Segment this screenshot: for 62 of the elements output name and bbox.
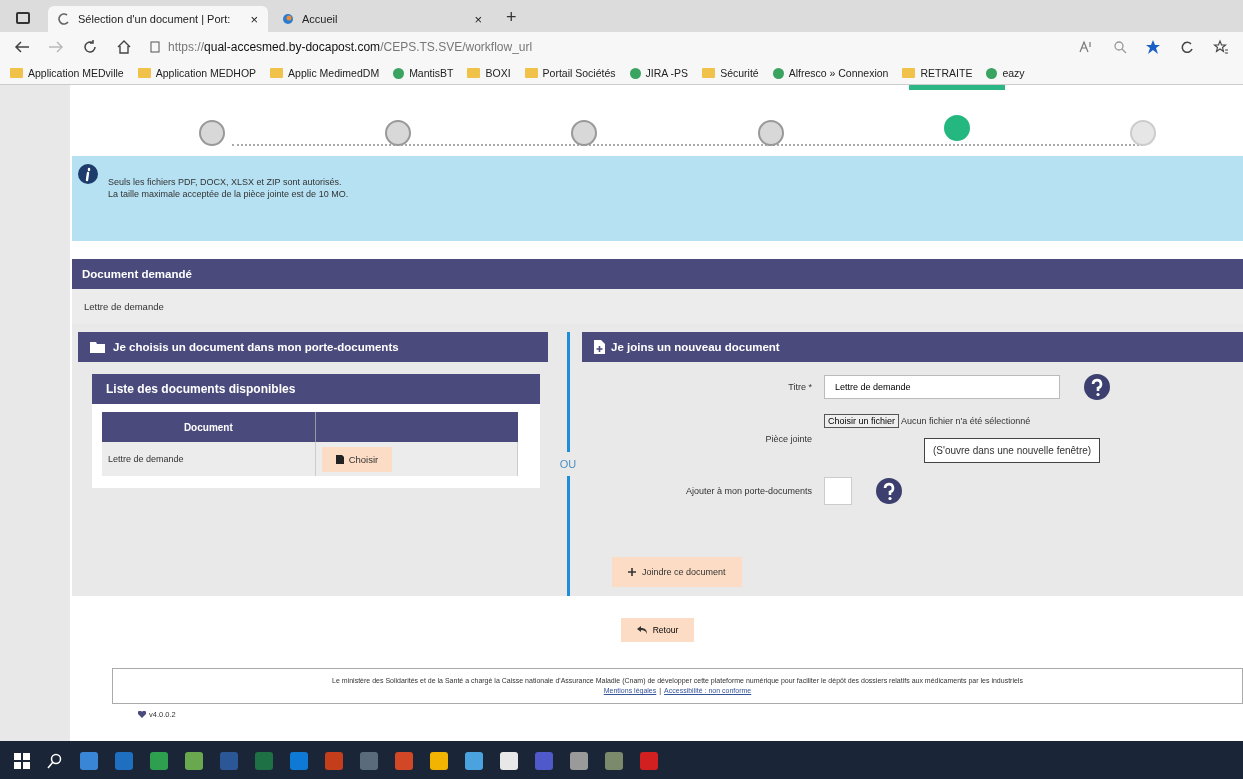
app-icon[interactable] [570,751,588,770]
bookmark[interactable]: Alfresco » Connexion [772,67,889,79]
column-header: Document [102,412,316,442]
back-button[interactable]: Retour [620,618,695,642]
windows-start-icon[interactable] [14,752,30,769]
bookmark[interactable]: Portail Sociétés [524,67,616,79]
section-title: Je choisis un document dans mon porte-documents [113,341,399,353]
help-icon[interactable] [1084,374,1110,400]
new-tab-button[interactable]: + [496,7,527,32]
panel-header: Liste des documents disponibles [92,374,540,404]
choose-button[interactable]: Choisir [321,446,393,472]
reply-arrow-icon [636,626,647,634]
bookmark[interactable]: RETRAITE [902,67,973,79]
bookmark[interactable]: JIRA -PS [629,67,689,79]
globe-icon [282,13,294,25]
app-icon[interactable] [185,751,203,770]
file-add-icon [594,340,605,354]
home-icon[interactable] [116,39,132,55]
back-arrow-icon[interactable] [14,40,30,54]
search-icon[interactable] [47,752,63,769]
info-icon [78,164,98,184]
info-text: Seuls les fichiers PDF, DOCX, XLSX et ZIP sont autorisés. [108,176,343,188]
requested-document: Lettre de demande [72,289,1243,324]
field-label: Ajouter à mon porte-documents [684,486,812,496]
app-icon[interactable] [500,751,518,770]
zoom-icon[interactable] [1113,40,1127,54]
reload-icon[interactable] [82,39,98,55]
bookmark[interactable]: Applic MedimedDM [270,67,380,79]
field-label: Pièce jointe [764,433,812,444]
help-icon[interactable] [876,478,902,504]
refresh-page-icon[interactable] [1179,39,1195,55]
bookmark[interactable]: MantisBT [393,67,454,79]
field-label: Titre * [787,382,812,392]
file-status: Aucun fichier n'a été sélectionné [901,416,1031,426]
tooltip: (S'ouvre dans une nouvelle fenêtre) [924,438,1101,463]
checkbox[interactable] [824,477,852,505]
app-icon[interactable] [430,751,448,770]
browser-tab[interactable]: Accueil × [272,6,492,32]
star-icon[interactable] [1145,39,1161,55]
bookmark[interactable]: eazy [986,67,1025,79]
bookmark[interactable]: BOXI [467,67,511,79]
section-title: Je joins un nouveau document [611,341,780,353]
folder-icon [90,341,107,353]
browser-tab[interactable]: Sélection d'un document | Port: × [48,6,268,32]
app-icon[interactable] [465,751,483,770]
info-text: La taille maximale acceptée de la pièce jointe est de 10 MO. [108,188,349,200]
plus-icon [628,568,636,576]
table-cell: Lettre de demande [102,442,316,476]
tab-actions-icon[interactable] [16,12,30,24]
favorites-icon[interactable] [1213,39,1229,55]
bookmark[interactable]: Application MEDville [10,67,124,79]
bookmark[interactable]: Sécurité [702,67,759,79]
attach-button[interactable]: Joindre ce document [612,557,742,587]
heart-icon [138,710,146,719]
document-icon [335,454,344,464]
page-info-icon[interactable] [150,41,160,53]
section-header: Document demandé [72,259,1243,289]
choose-file-button[interactable]: Choisir un fichier [824,414,900,428]
page-icon [58,13,70,25]
separator-label: OU [559,457,577,472]
title-field[interactable]: Lettre de demande [824,375,1060,399]
bookmark[interactable]: Application MEDHOP [137,67,257,79]
